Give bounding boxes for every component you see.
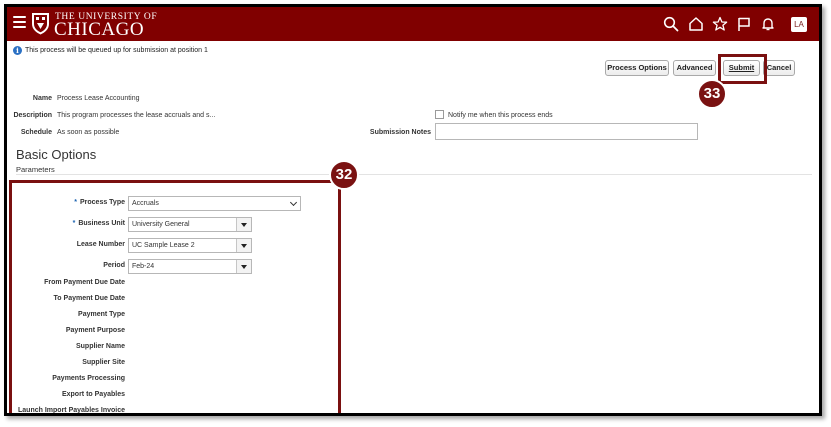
- parameters-subtitle: Parameters: [16, 165, 55, 174]
- submission-notes-input[interactable]: [435, 123, 698, 140]
- notifications-icon[interactable]: [760, 16, 776, 32]
- search-icon[interactable]: [663, 16, 679, 32]
- submit-highlight: [718, 54, 767, 84]
- notify-label: Notify me when this process ends: [448, 112, 553, 119]
- description-label: Description: [13, 112, 52, 119]
- top-header: THE UNIVERSITY OF CHICAGO LA: [7, 7, 819, 41]
- name-label: Name: [32, 95, 52, 102]
- advanced-button[interactable]: Advanced: [673, 60, 716, 76]
- home-icon[interactable]: [688, 16, 704, 32]
- step-32-badge: 32: [329, 160, 359, 190]
- submission-notes-label: Submission Notes: [369, 129, 431, 136]
- logo-text-main: CHICAGO: [54, 19, 145, 40]
- parameters-highlight: [9, 180, 341, 413]
- favorites-icon[interactable]: [712, 16, 728, 32]
- process-options-button[interactable]: Process Options: [605, 60, 669, 76]
- schedule-label: Schedule: [20, 129, 52, 136]
- flag-icon[interactable]: [736, 16, 752, 32]
- notify-checkbox[interactable]: [435, 110, 444, 119]
- queue-info-text: This process will be queued up for submi…: [25, 47, 208, 54]
- info-icon: i: [13, 46, 22, 55]
- description-value: This program processes the lease accrual…: [57, 112, 216, 119]
- step-33-badge: 33: [697, 79, 727, 109]
- cancel-button[interactable]: Cancel: [763, 60, 795, 76]
- user-avatar[interactable]: LA: [791, 17, 807, 32]
- menu-icon[interactable]: [13, 16, 26, 28]
- queue-info-message: i This process will be queued up for sub…: [13, 46, 208, 55]
- section-divider: [16, 174, 812, 175]
- name-value: Process Lease Accounting: [57, 95, 140, 102]
- basic-options-title: Basic Options: [16, 147, 97, 162]
- schedule-value: As soon as possible: [57, 129, 120, 136]
- university-shield-logo: [32, 13, 49, 35]
- app-window: THE UNIVERSITY OF CHICAGO LA i This proc…: [4, 4, 822, 416]
